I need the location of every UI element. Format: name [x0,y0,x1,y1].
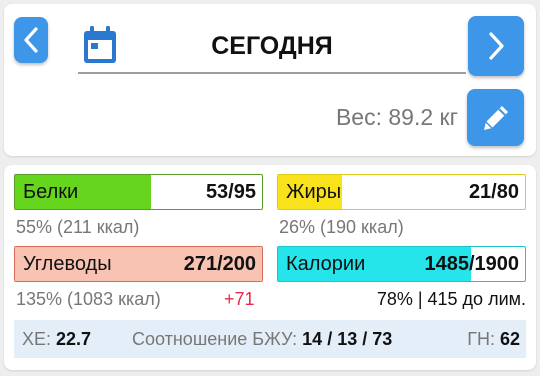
fat-value: 21/80 [468,181,519,203]
date-title[interactable]: СЕГОДНЯ [78,32,466,61]
glycemic-load-value: 62 [499,329,520,349]
macro-ratio-label: Соотношение БЖУ: [132,329,298,349]
calories-value: 1485/1900 [424,253,519,275]
carbs-excess: +71 [224,289,255,309]
previous-day-button[interactable] [14,17,48,63]
calories-box[interactable]: Калории 1485/1900 [277,246,526,282]
bread-units-value: 22.7 [56,329,92,349]
fat-label: Жиры [286,181,342,203]
calories-remaining: 78% | 415 до лим. [376,289,526,309]
glycemic-load-label: ГН: [467,329,495,349]
fat-box[interactable]: Жиры 21/80 [277,174,526,210]
macro-ratio-stat: Соотношение БЖУ: 14 / 13 / 73 [132,329,392,350]
carbs-label: Углеводы [23,253,112,275]
weight-label: Вес: 89.2 кг [335,104,458,130]
stats-bar: ХЕ: 22.7 Соотношение БЖУ: 14 / 13 / 73 Г… [14,320,526,358]
date-underline [78,72,466,74]
chevron-left-icon [24,27,38,53]
pencil-icon [483,105,508,130]
glycemic-load-stat: ГН: 62 [467,329,520,350]
macro-ratio-value: 14 / 13 / 73 [302,329,393,349]
protein-label: Белки [23,181,79,203]
carbs-value: 271/200 [183,253,256,275]
carbs-percent: 135% (1083 ккал) [16,289,161,309]
bread-units-stat: ХЕ: 22.7 [22,329,91,350]
fat-percent: 26% (190 ккал) [279,217,404,237]
nutrition-summary-card: Белки 53/95 55% (211 ккал) Жиры 21/80 26… [4,165,536,370]
chevron-right-icon [489,32,504,60]
carbs-box[interactable]: Углеводы 271/200 [14,246,263,282]
protein-value: 53/95 [205,181,256,203]
protein-box[interactable]: Белки 53/95 [14,174,263,210]
calories-label: Калории [286,253,366,275]
edit-weight-button[interactable] [467,89,524,146]
protein-percent: 55% (211 ккал) [16,217,140,237]
bread-units-label: ХЕ: [22,329,52,349]
next-day-button[interactable] [468,16,524,76]
date-weight-card: СЕГОДНЯ Вес: 89.2 кг [4,4,536,156]
